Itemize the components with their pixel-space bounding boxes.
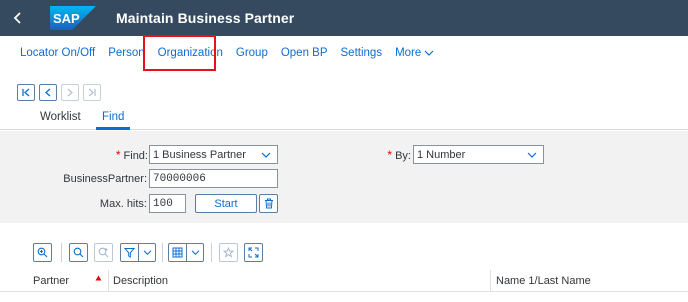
locator-toggle-button[interactable]: Locator On/Off xyxy=(20,47,95,59)
previous-page-button[interactable] xyxy=(39,84,57,101)
fullscreen-button[interactable] xyxy=(244,243,263,262)
more-menu-button[interactable]: More xyxy=(395,47,434,59)
more-label: More xyxy=(395,47,422,59)
chevron-left-icon xyxy=(13,12,21,24)
tab-selected-indicator xyxy=(96,127,130,130)
toolbar-separator xyxy=(162,243,163,262)
find-select[interactable]: 1 Business Partner xyxy=(149,145,278,164)
find-panel: * Find: 1 Business Partner * By: 1 Number … xyxy=(0,131,688,223)
search-next-button[interactable] xyxy=(94,243,113,262)
column-separator xyxy=(490,270,491,292)
search-button[interactable] xyxy=(69,243,88,262)
open-bp-button[interactable]: Open BP xyxy=(281,47,328,59)
layout-dropdown-part[interactable] xyxy=(187,244,203,261)
max-hits-label: Max. hits: xyxy=(99,198,147,210)
sort-ascending-icon xyxy=(95,275,102,281)
first-page-button[interactable] xyxy=(17,84,35,101)
organization-button[interactable]: Organization xyxy=(158,47,223,59)
tab-worklist[interactable]: Worklist xyxy=(40,111,81,123)
previous-page-icon xyxy=(45,88,51,97)
next-page-button[interactable] xyxy=(61,84,79,101)
last-page-button[interactable] xyxy=(83,84,101,101)
toolbar-separator xyxy=(61,243,62,262)
delete-button[interactable] xyxy=(259,194,278,213)
filter-menu-button[interactable] xyxy=(120,243,156,262)
group-button[interactable]: Group xyxy=(236,47,268,59)
find-select-value: 1 Business Partner xyxy=(153,148,246,161)
max-hits-input[interactable]: 100 xyxy=(149,194,186,213)
layout-icon xyxy=(172,247,183,258)
export-icon xyxy=(223,247,234,258)
chevron-down-icon xyxy=(261,152,271,158)
person-button[interactable]: Person xyxy=(108,47,144,59)
back-button[interactable] xyxy=(0,0,36,36)
column-header-name[interactable]: Name 1/Last Name xyxy=(496,275,591,287)
business-partner-label: BusinessPartner: xyxy=(63,173,147,185)
trash-icon xyxy=(264,198,273,209)
fullscreen-icon xyxy=(248,247,259,258)
tab-find[interactable]: Find xyxy=(102,111,124,123)
table-body xyxy=(0,292,688,302)
find-label-text: Find: xyxy=(123,150,148,162)
chevron-down-icon xyxy=(143,250,152,255)
find-label: * Find: xyxy=(100,148,148,162)
column-header-partner[interactable]: Partner xyxy=(33,275,69,287)
chevron-down-icon xyxy=(191,250,200,255)
filter-icon xyxy=(124,248,136,258)
app-title: Maintain Business Partner xyxy=(116,10,295,26)
next-page-icon xyxy=(67,88,73,97)
filter-part[interactable] xyxy=(121,244,138,261)
settings-button[interactable]: Settings xyxy=(341,47,383,59)
by-select-value: 1 Number xyxy=(417,148,466,161)
chevron-down-icon xyxy=(527,152,537,158)
filter-dropdown-part[interactable] xyxy=(139,244,155,261)
by-select[interactable]: 1 Number xyxy=(413,145,544,164)
search-icon xyxy=(73,247,84,258)
last-page-icon xyxy=(88,88,96,97)
business-partner-input[interactable]: 70000006 xyxy=(149,169,278,188)
toolbar-separator xyxy=(211,243,212,262)
chevron-down-icon xyxy=(424,50,434,56)
paging-controls xyxy=(17,84,105,101)
required-marker: * xyxy=(115,148,121,162)
column-header-description[interactable]: Description xyxy=(113,275,168,287)
first-page-icon xyxy=(22,88,30,97)
by-label-text: By: xyxy=(395,150,411,162)
svg-text:SAP: SAP xyxy=(53,11,80,26)
tab-bar: Worklist Find xyxy=(0,106,688,130)
export-button[interactable] xyxy=(219,243,238,262)
layout-menu-button[interactable] xyxy=(168,243,204,262)
app-toolbar: Locator On/Off Person Organization Group… xyxy=(0,36,688,70)
column-separator xyxy=(108,270,109,292)
zoom-details-icon xyxy=(37,247,48,258)
layout-part[interactable] xyxy=(169,244,186,261)
required-marker: * xyxy=(387,148,393,162)
table-header: Partner Description Name 1/Last Name xyxy=(0,270,688,292)
start-button[interactable]: Start xyxy=(195,194,257,213)
zoom-details-button[interactable] xyxy=(33,243,52,262)
sap-logo: SAP xyxy=(50,6,96,30)
by-label: * By: xyxy=(375,148,411,162)
search-next-icon xyxy=(98,247,109,258)
shell-header: SAP Maintain Business Partner xyxy=(0,0,688,36)
